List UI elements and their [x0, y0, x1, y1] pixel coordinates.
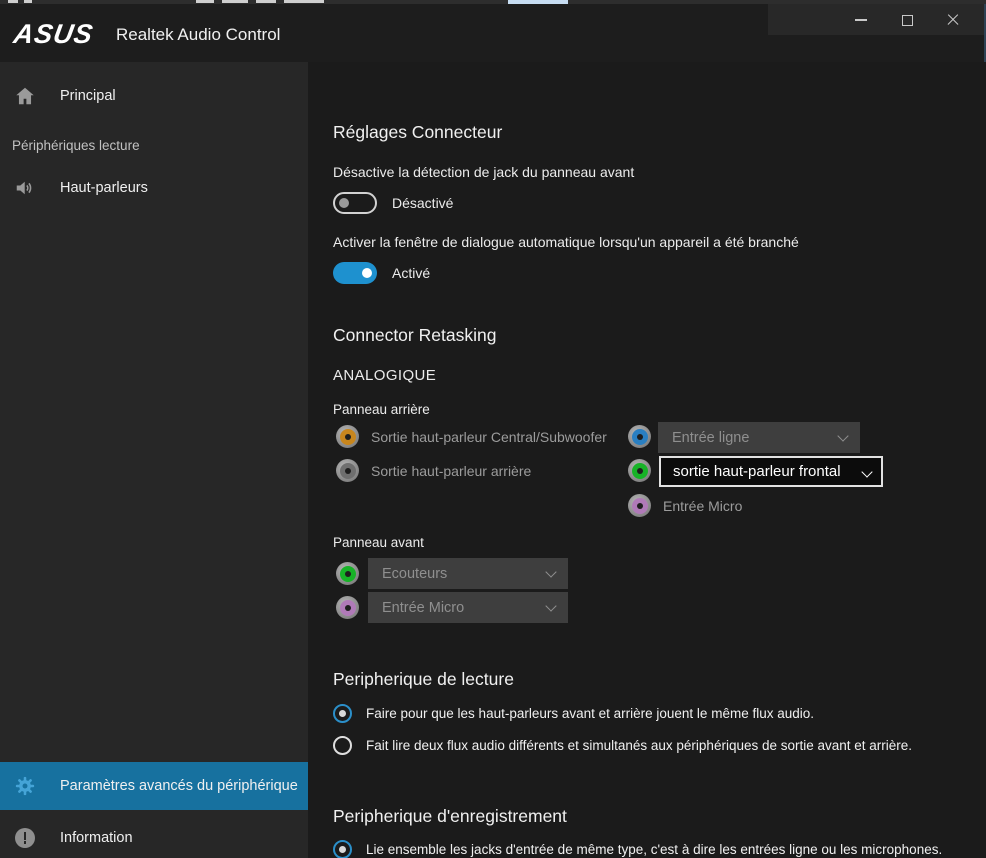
rear-dropdown-line-in: Entrée ligne	[658, 422, 860, 453]
close-button[interactable]	[930, 5, 976, 35]
radio-label: Fait lire deux flux audio différents et …	[366, 738, 912, 753]
jack-icon-blue	[628, 425, 651, 448]
auto-popup-label: Activer la fenêtre de dialogue automatiq…	[333, 234, 799, 250]
chevron-down-icon	[545, 600, 556, 611]
chevron-down-icon	[861, 466, 872, 477]
maximize-icon	[902, 15, 913, 26]
playback-option-different-streams[interactable]: Fait lire deux flux audio différents et …	[333, 736, 983, 755]
home-icon	[14, 85, 36, 107]
info-icon	[15, 828, 35, 848]
maximize-button[interactable]	[884, 5, 930, 35]
rear-jack-center-subwoofer: Sortie haut-parleur Central/Subwoofer	[336, 425, 607, 448]
minimize-icon	[855, 19, 867, 21]
background-fragment	[256, 0, 276, 3]
jack-icon-purple	[628, 494, 651, 517]
dropdown-value: Ecouteurs	[368, 566, 447, 582]
sidebar-item-label: Information	[60, 830, 133, 846]
sidebar-item-label: Haut-parleurs	[60, 180, 148, 196]
radio-label: Lie ensemble les jacks d'entrée de même …	[366, 842, 942, 857]
rear-dropdown-front-speaker[interactable]: sortie haut-parleur frontal	[659, 456, 883, 487]
jack-detection-label: Désactive la détection de jack du pannea…	[333, 164, 634, 180]
rear-jack-front-speaker-out	[628, 459, 651, 482]
rear-jack-mic-in: Entrée Micro	[628, 494, 742, 517]
sidebar-item-information[interactable]: Information	[0, 818, 308, 858]
jack-icon-gray	[336, 459, 359, 482]
gear-icon	[14, 775, 36, 797]
front-panel-label: Panneau avant	[333, 535, 424, 550]
section-title-connector-retasking: Connector Retasking	[333, 325, 496, 346]
radio-selected-icon	[333, 704, 352, 723]
sidebar-item-label: Principal	[60, 88, 116, 104]
chevron-down-icon	[837, 430, 848, 441]
chevron-down-icon	[545, 566, 556, 577]
asus-logo: ASUS	[11, 19, 95, 50]
jack-icon-purple	[336, 596, 359, 619]
playback-option-same-stream[interactable]: Faire pour que les haut-parleurs avant e…	[333, 704, 983, 723]
speaker-icon	[14, 177, 36, 199]
close-icon	[946, 13, 960, 27]
sidebar: Principal Périphériques lecture Haut-par…	[0, 62, 308, 858]
sidebar-item-advanced-settings[interactable]: Paramètres avancés du périphérique	[0, 762, 308, 810]
background-fragment	[8, 0, 18, 3]
front-jack-headphones	[336, 562, 359, 585]
jack-icon-orange	[336, 425, 359, 448]
jack-detection-toggle-row: Désactivé	[333, 192, 453, 214]
jack-label: Entrée Micro	[663, 498, 742, 514]
front-dropdown-headphones: Ecouteurs	[368, 558, 568, 589]
sidebar-item-principal[interactable]: Principal	[0, 76, 308, 116]
radio-selected-icon	[333, 840, 352, 858]
sidebar-item-speakers[interactable]: Haut-parleurs	[0, 168, 308, 208]
jack-label: Sortie haut-parleur arrière	[371, 463, 531, 479]
radio-label: Faire pour que les haut-parleurs avant e…	[366, 706, 814, 721]
background-fragment	[196, 0, 214, 3]
recording-option-tie-jacks[interactable]: Lie ensemble les jacks d'entrée de même …	[333, 840, 983, 858]
background-fragment	[24, 0, 32, 3]
rear-jack-line-in	[628, 425, 651, 448]
toggle-state-label: Activé	[392, 265, 430, 281]
jack-icon-green	[336, 562, 359, 585]
rear-panel-label: Panneau arrière	[333, 402, 430, 417]
section-title-recording-device: Peripherique d'enregistrement	[333, 806, 567, 827]
screen: ASUS Realtek Audio Control Principal Pér…	[0, 0, 986, 858]
dropdown-value: Entrée ligne	[658, 430, 749, 446]
section-title-playback-device: Peripherique de lecture	[333, 669, 514, 690]
realtek-audio-control-window: ASUS Realtek Audio Control Principal Pér…	[0, 4, 986, 858]
jack-icon-green	[628, 459, 651, 482]
window-controls	[838, 5, 976, 35]
titlebar: ASUS Realtek Audio Control	[0, 4, 984, 62]
jack-detection-toggle[interactable]	[333, 192, 377, 214]
subsection-analog: ANALOGIQUE	[333, 367, 436, 384]
front-jack-mic	[336, 596, 359, 619]
front-dropdown-mic: Entrée Micro	[368, 592, 568, 623]
background-fragment	[284, 0, 324, 3]
window-title: Realtek Audio Control	[116, 25, 280, 45]
dropdown-value: sortie haut-parleur frontal	[661, 463, 841, 480]
section-title-connector-settings: Réglages Connecteur	[333, 122, 502, 143]
dropdown-value: Entrée Micro	[368, 600, 464, 616]
main-content: Réglages Connecteur Désactive la détecti…	[308, 62, 986, 858]
jack-label: Sortie haut-parleur Central/Subwoofer	[371, 429, 607, 445]
minimize-button[interactable]	[838, 5, 884, 35]
auto-popup-toggle-row: Activé	[333, 262, 430, 284]
toggle-state-label: Désactivé	[392, 195, 453, 211]
sidebar-item-label: Paramètres avancés du périphérique	[60, 778, 298, 794]
auto-popup-toggle[interactable]	[333, 262, 377, 284]
radio-unselected-icon	[333, 736, 352, 755]
sidebar-section-playback: Périphériques lecture	[12, 138, 140, 153]
background-fragment	[222, 0, 248, 3]
rear-jack-rear-speaker: Sortie haut-parleur arrière	[336, 459, 531, 482]
